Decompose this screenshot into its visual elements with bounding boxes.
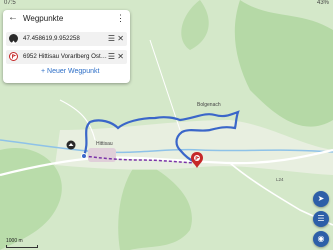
start-marker-icon[interactable] [66,140,76,150]
remove-waypoint-icon[interactable]: ✕ [117,34,124,43]
more-options-icon[interactable]: ⋮ [116,13,125,23]
place-label-hittisau: Hittisau [96,141,113,147]
status-battery: 43% [316,0,329,6]
waypoint-label[interactable]: 47.458619,9.952258 [23,35,111,42]
place-label-bolgenach: Bolgenach [197,102,221,108]
drag-handle-icon[interactable]: ☰ [108,34,115,43]
add-waypoint-button[interactable]: + Neuer Wegpunkt [41,68,99,75]
status-time: 07:5 [4,0,16,6]
status-bar: 07:5 43% [0,0,333,8]
location-button[interactable]: ◉ [313,231,329,247]
waypoint-item-destination[interactable]: 6952 Hittisau Vorarlberg Öst… ☰ ✕ [6,50,127,64]
village-area [88,148,116,162]
drag-handle-icon[interactable]: ☰ [108,52,115,61]
panel-title: Wegpunkte [23,14,64,23]
layers-icon: ☰ [317,214,325,223]
location-icon: ◉ [317,234,325,243]
back-arrow-icon[interactable]: ← [8,13,18,23]
navigation-icon: ➤ [317,194,325,203]
destination-marker-icon [9,52,18,61]
panel-header: ← Wegpunkte ⋮ [3,10,130,27]
current-location-icon [81,153,87,159]
road-label: L24 [276,177,284,182]
waypoints-panel: ← Wegpunkte ⋮ 47.458619,9.952258 ☰ ✕ 695… [3,10,130,83]
navigate-button[interactable]: ➤ [313,191,329,207]
waypoint-item-start[interactable]: 47.458619,9.952258 ☰ ✕ [6,32,127,46]
layers-button[interactable]: ☰ [313,211,329,227]
start-marker-icon [9,34,18,44]
remove-waypoint-icon[interactable]: ✕ [117,52,124,61]
waypoint-label[interactable]: 6952 Hittisau Vorarlberg Öst… [23,53,111,60]
scale-bar [6,245,38,248]
map-screen: Bolgenach Hittisau L24 07:5 43% ← Wegpun… [0,0,333,250]
scale-label: 1000 m [6,238,23,244]
